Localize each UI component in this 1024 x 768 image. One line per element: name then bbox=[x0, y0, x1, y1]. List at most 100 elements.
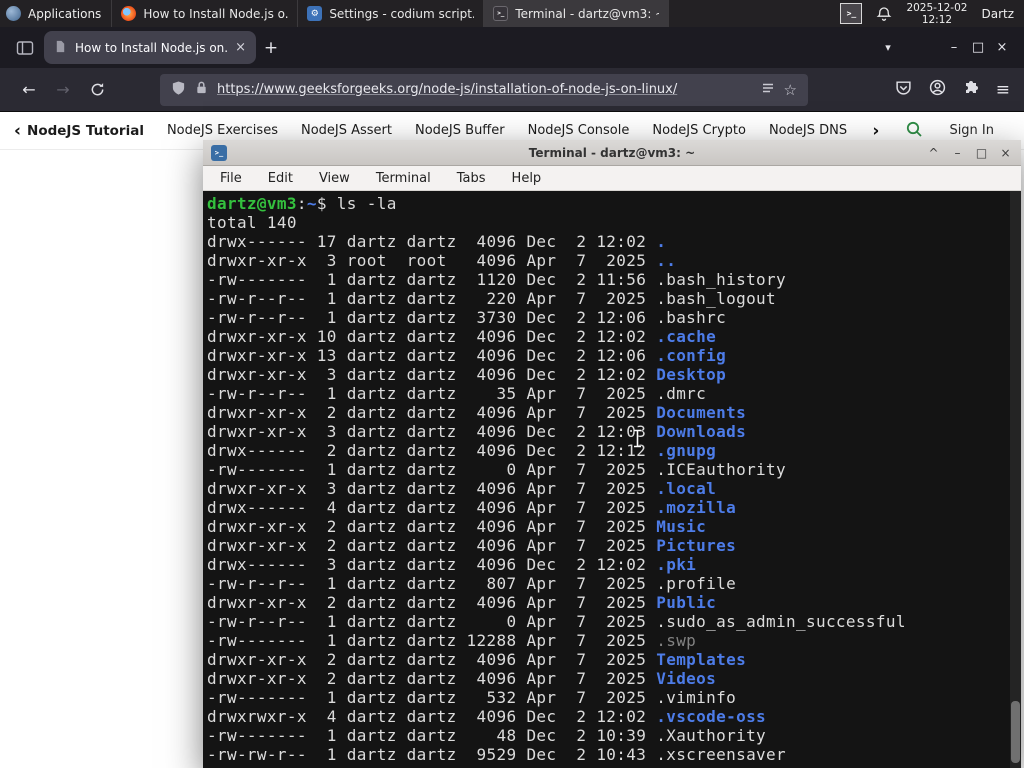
account-icon[interactable] bbox=[929, 79, 946, 100]
file-name: Downloads bbox=[656, 422, 747, 441]
site-nav-item[interactable]: NodeJS Crypto bbox=[652, 123, 746, 139]
taskbar-item[interactable]: >_ Terminal - dartz@vm3: ~ bbox=[483, 0, 670, 27]
typed-command: ls -la bbox=[336, 194, 397, 213]
window-maximize-button[interactable]: □ bbox=[966, 40, 990, 55]
terminal-output-line: drwxr-xr-x 2 dartz dartz 4096 Apr 7 2025… bbox=[207, 517, 707, 536]
extension-icon[interactable] bbox=[963, 80, 979, 100]
file-name: .profile bbox=[656, 574, 737, 593]
site-nav-item[interactable]: NodeJS Console bbox=[528, 123, 630, 139]
terminal-menu-tabs[interactable]: Tabs bbox=[457, 171, 486, 186]
terminal-menubar: File Edit View Terminal Tabs Help bbox=[203, 166, 1021, 191]
site-nav-item[interactable]: NodeJS Assert bbox=[301, 123, 392, 139]
lock-icon[interactable] bbox=[195, 80, 208, 99]
pocket-save-icon[interactable] bbox=[895, 79, 912, 100]
file-name: .bash_logout bbox=[656, 289, 777, 308]
terminal-shade-button[interactable]: ^ bbox=[926, 146, 941, 160]
tab-close-button[interactable]: × bbox=[235, 40, 246, 55]
back-button[interactable]: ← bbox=[12, 80, 46, 99]
applications-menu-button[interactable]: Applications bbox=[28, 0, 111, 27]
taskbar: How to Install Node.js o... Settings - co… bbox=[111, 0, 670, 27]
file-name: .cache bbox=[656, 327, 717, 346]
terminal-output-line: -rw-r--r-- 1 dartz dartz 0 Apr 7 2025 .s… bbox=[207, 612, 906, 631]
window-close-button[interactable]: × bbox=[990, 40, 1014, 55]
tab-title: How to Install Node.js on... bbox=[75, 40, 228, 55]
tab-list-chevron-icon[interactable]: ▾ bbox=[876, 41, 900, 54]
firefox-view-icon[interactable] bbox=[16, 40, 34, 56]
bookmark-star-icon[interactable]: ☆ bbox=[784, 81, 797, 99]
reload-button[interactable] bbox=[80, 82, 114, 97]
site-nav-left-chevron[interactable]: ‹ bbox=[0, 121, 27, 141]
terminal-scrollbar-thumb[interactable] bbox=[1011, 701, 1020, 763]
terminal-maximize-button[interactable]: □ bbox=[974, 146, 989, 160]
file-name: .config bbox=[656, 346, 727, 365]
url-text[interactable]: https://www.geeksforgeeks.org/node-js/in… bbox=[217, 82, 752, 97]
navigation-toolbar: ← → https://www.geeksforgeeks.org/node-j… bbox=[0, 68, 1024, 112]
shield-icon[interactable] bbox=[171, 80, 186, 100]
hamburger-menu-icon[interactable]: ≡ bbox=[996, 80, 1010, 100]
taskbar-item-title: Terminal - dartz@vm3: ~ bbox=[515, 6, 660, 21]
file-name: .ICEauthority bbox=[656, 460, 787, 479]
prompt-user-host: dartz@vm3 bbox=[207, 194, 297, 213]
toolbar-right-icons: ≡ bbox=[895, 79, 1024, 100]
tab-favicon-icon bbox=[54, 40, 67, 56]
browser-tab[interactable]: How to Install Node.js on... × bbox=[44, 31, 256, 64]
terminal-menu-file[interactable]: File bbox=[220, 171, 242, 186]
file-name: .xscreensaver bbox=[656, 745, 787, 764]
file-name: .vscode-oss bbox=[656, 707, 767, 726]
file-name: .dmrc bbox=[656, 384, 707, 403]
forward-button[interactable]: → bbox=[46, 80, 80, 99]
terminal-menu-view[interactable]: View bbox=[319, 171, 350, 186]
terminal-window-buttons: ^ – □ × bbox=[926, 140, 1013, 165]
terminal-menu-edit[interactable]: Edit bbox=[268, 171, 293, 186]
terminal-output-line: drwxr-xr-x 2 dartz dartz 4096 Apr 7 2025… bbox=[207, 536, 737, 555]
terminal-output-line: drwxr-xr-x 2 dartz dartz 4096 Apr 7 2025… bbox=[207, 403, 747, 422]
taskbar-item[interactable]: Settings - codium script... bbox=[297, 0, 483, 27]
terminal-icon: >_ bbox=[493, 6, 509, 21]
terminal-output-line: drwxr-xr-x 3 dartz dartz 4096 Dec 2 12:0… bbox=[207, 422, 747, 441]
file-name: Public bbox=[656, 593, 717, 612]
terminal-close-button[interactable]: × bbox=[998, 146, 1013, 160]
mouse-cursor-ibeam bbox=[632, 429, 643, 452]
site-nav-right-chevron[interactable]: › bbox=[872, 121, 879, 141]
address-bar[interactable]: https://www.geeksforgeeks.org/node-js/in… bbox=[160, 73, 808, 106]
terminal-output[interactable]: dartz@vm3:~$ ls -la total 140 drwx------ 1… bbox=[203, 191, 1021, 768]
terminal-output-line: drwx------ 17 dartz dartz 4096 Dec 2 12:… bbox=[207, 232, 667, 251]
applications-label: Applications bbox=[28, 6, 102, 21]
file-name: .mozilla bbox=[656, 498, 737, 517]
file-name: .bash_history bbox=[656, 270, 787, 289]
terminal-title: Terminal - dartz@vm3: ~ bbox=[528, 145, 696, 160]
site-nav-item[interactable]: NodeJS Exercises bbox=[167, 123, 278, 139]
reader-view-icon[interactable] bbox=[761, 81, 775, 99]
taskbar-item-title: How to Install Node.js o... bbox=[143, 6, 289, 21]
file-name: .sudo_as_admin_successful bbox=[656, 612, 906, 631]
site-search-icon[interactable] bbox=[905, 120, 923, 142]
file-name: .Xauthority bbox=[656, 726, 767, 745]
terminal-output-line: drwxr-xr-x 13 dartz dartz 4096 Dec 2 12:… bbox=[207, 346, 727, 365]
file-name: Videos bbox=[656, 669, 717, 688]
notification-bell-icon[interactable] bbox=[876, 6, 892, 22]
site-nav-item[interactable]: NodeJS DNS bbox=[769, 123, 847, 139]
terminal-minimize-button[interactable]: – bbox=[950, 146, 965, 160]
clock-time: 12:12 bbox=[921, 13, 953, 26]
terminal-output-line: -rw------- 1 dartz dartz 0 Apr 7 2025 .I… bbox=[207, 460, 787, 479]
terminal-output-line: drwxr-xr-x 3 dartz dartz 4096 Apr 7 2025… bbox=[207, 479, 717, 498]
terminal-output-line: -rw-r--r-- 1 dartz dartz 3730 Dec 2 12:0… bbox=[207, 308, 727, 327]
terminal-menu-help[interactable]: Help bbox=[512, 171, 542, 186]
taskbar-item[interactable]: How to Install Node.js o... bbox=[111, 0, 297, 27]
site-nav-item[interactable]: NodeJS Buffer bbox=[415, 123, 505, 139]
window-minimize-button[interactable]: – bbox=[942, 40, 966, 55]
terminal-output-line: drwxr-xr-x 2 dartz dartz 4096 Apr 7 2025… bbox=[207, 593, 717, 612]
terminal-menu-terminal[interactable]: Terminal bbox=[376, 171, 431, 186]
site-nav-item[interactable]: NodeJS Tutorial bbox=[27, 123, 144, 139]
sign-in-link[interactable]: Sign In bbox=[949, 123, 994, 138]
new-tab-button[interactable]: + bbox=[256, 38, 286, 58]
file-name: .viminfo bbox=[656, 688, 737, 707]
panel-clock[interactable]: 2025-12-02 12:12 bbox=[906, 2, 967, 26]
terminal-output-line: -rw-r--r-- 1 dartz dartz 35 Apr 7 2025 .… bbox=[207, 384, 707, 403]
terminal-titlebar[interactable]: >_ Terminal - dartz@vm3: ~ ^ – □ × bbox=[203, 140, 1021, 166]
tab-bar: How to Install Node.js on... × + ▾ – □ × bbox=[0, 27, 1024, 68]
terminal-prompt-line: dartz@vm3:~$ ls -la bbox=[207, 194, 397, 213]
desktop-panel: Applications How to Install Node.js o...… bbox=[0, 0, 1024, 27]
terminal-scrollbar[interactable] bbox=[1010, 191, 1021, 768]
tray-terminal-icon[interactable]: >_ bbox=[840, 3, 863, 24]
